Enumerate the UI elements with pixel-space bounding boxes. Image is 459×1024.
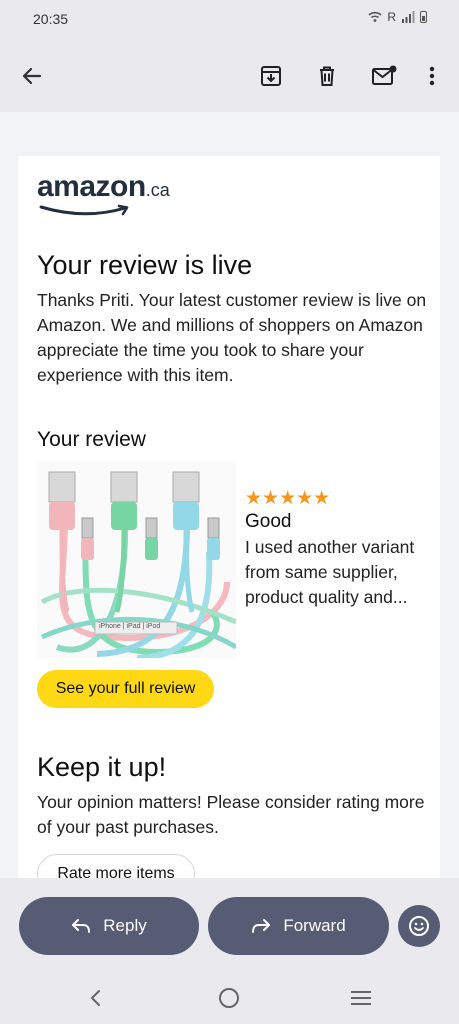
mark-unread-icon[interactable] [366,58,402,94]
wifi-icon [368,11,382,22]
rate-more-items-button[interactable]: Rate more items [37,854,195,878]
smiley-icon [409,916,429,936]
smile-arrow-icon [39,204,129,216]
forward-icon [252,919,271,933]
nav-home-icon[interactable] [213,982,245,1014]
nav-back-icon[interactable] [80,982,112,1014]
star-icons: ★★★★★ [245,488,331,509]
back-arrow-icon[interactable] [14,58,50,94]
carrier-label: R [387,10,396,24]
forward-label: Forward [283,916,346,935]
review-summary: ★★★★★ Good I used another variant from s… [245,489,425,610]
see-full-review-button[interactable]: See your full review [37,670,214,708]
app-bar [0,40,459,112]
more-options-icon[interactable] [414,58,450,94]
bottom-actions: Reply Forward [0,878,459,1024]
reply-label: Reply [103,916,147,935]
status-icons: R [368,10,427,24]
email-title: Your review is live [37,250,253,280]
amazon-logo: amazon.ca [37,170,187,218]
delete-icon[interactable] [309,58,345,94]
logo-tld: .ca [145,180,170,200]
product-image[interactable]: iPhone | iPad | iPod [37,462,236,658]
reply-icon [72,919,91,933]
keep-it-up-text: Your opinion matters! Please consider ra… [37,792,425,837]
status-time: 20:35 [33,11,69,27]
star-rating: ★★★★★ [245,489,425,509]
reply-button[interactable]: Reply [19,897,199,955]
intro-text: Thanks Priti. Your latest customer revie… [37,290,427,385]
keep-it-up-heading: Keep it up! [37,752,167,782]
emoji-reaction-button[interactable] [398,905,440,947]
product-label: iPhone | iPad | iPod [99,623,161,630]
review-body: I used another variant from same supplie… [245,537,415,607]
system-nav-bar [0,972,459,1024]
status-bar: 20:35 R [0,0,459,40]
email-body: amazon.ca Your review is live Thanks Pri… [0,112,459,878]
review-title: Good [245,511,292,532]
forward-button[interactable]: Forward [208,897,389,955]
email-card: amazon.ca Your review is live Thanks Pri… [18,156,440,878]
battery-icon [420,11,427,23]
signal-icon [402,11,415,23]
logo-brand: amazon [37,170,146,203]
archive-icon[interactable] [253,58,289,94]
review-heading: Your review [37,428,146,451]
nav-recents-icon[interactable] [345,982,377,1014]
